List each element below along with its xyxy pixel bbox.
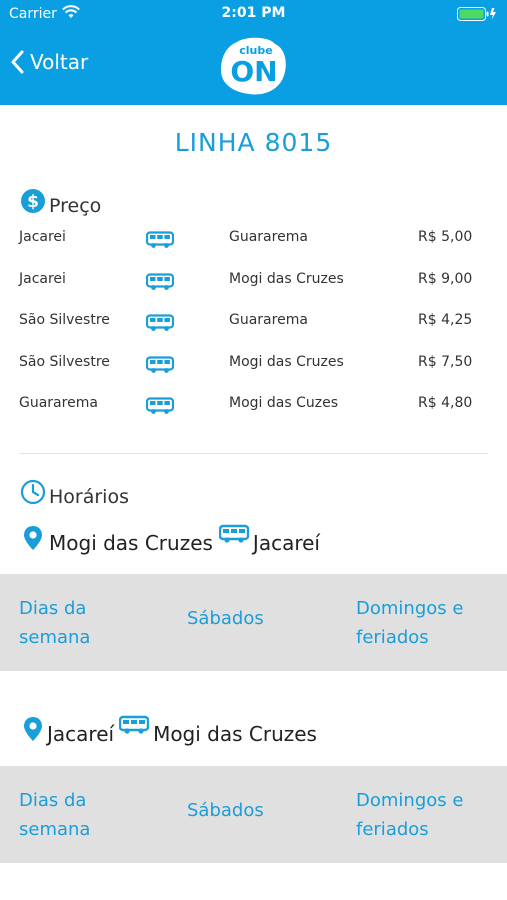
nav-bar: Voltar clube ON [0, 28, 507, 105]
status-time: 2:01 PM [221, 5, 286, 21]
schedule-heading: Horários [20, 476, 129, 508]
page-title: LINHA 8015 [174, 128, 333, 157]
price-row: São Silvestre Guararema R$ 4,25 [0, 310, 507, 334]
tab-weekdays[interactable]: Dias da semana [19, 594, 90, 652]
svg-text:$: $ [27, 192, 39, 212]
route-from: Jacareí [47, 722, 115, 746]
price-row: Jacarei Mogi das Cruzes R$ 9,00 [0, 269, 507, 293]
price-to: Mogi das Cruzes [229, 270, 344, 287]
bus-icon [145, 231, 175, 248]
location-pin-icon [24, 717, 42, 741]
route-header: Mogi das Cruzes Jacareí [22, 521, 320, 555]
route-to: Mogi das Cruzes [153, 722, 317, 746]
bus-icon [218, 524, 249, 543]
clock-icon [20, 479, 46, 505]
status-bar: Carrier 2:01 PM [0, 0, 507, 28]
route-from: Mogi das Cruzes [49, 531, 213, 555]
battery-icon [457, 7, 497, 21]
bus-icon-wrap [145, 397, 175, 419]
price-value: R$ 7,50 [418, 353, 473, 370]
price-from: São Silvestre [19, 312, 110, 328]
price-to: Mogi das Cruzes [229, 353, 344, 370]
bus-icon-wrap [145, 272, 175, 295]
price-value: R$ 4,25 [418, 312, 473, 328]
price-row: São Silvestre Mogi das Cruzes R$ 7,50 [0, 352, 507, 376]
schedule-tabs: Dias da semana Sábados Domingos e feriad… [0, 574, 507, 671]
route-to: Jacareí [252, 531, 320, 555]
tab-weekdays[interactable]: Dias da semana [19, 786, 90, 844]
back-label: Voltar [30, 50, 89, 74]
bus-icon-wrap [145, 314, 175, 336]
tab-saturdays[interactable]: Sábados [187, 796, 264, 825]
bus-icon [145, 397, 175, 414]
bus-icon [145, 272, 175, 290]
tab-saturdays[interactable]: Sábados [187, 604, 264, 633]
price-row: Jacarei Guararema R$ 5,00 [0, 227, 507, 251]
tab-weekdays-line2: semana [19, 627, 91, 648]
schedule-tabs: Dias da semana Sábados Domingos e feriad… [0, 766, 507, 863]
price-heading: $ Preço [20, 185, 101, 217]
bus-icon-wrap [145, 231, 175, 253]
price-row: Guararema Mogi das Cuzes R$ 4,80 [0, 393, 507, 417]
price-value: R$ 4,80 [418, 395, 473, 411]
tab-sundays-line2: feriados [356, 627, 429, 648]
route-header: Jacareí Mogi das Cruzes [22, 712, 317, 746]
tab-sundays-holidays[interactable]: Domingos e feriados [356, 594, 463, 652]
tab-sundays-line1: Domingos e [356, 598, 464, 619]
price-value: R$ 9,00 [418, 270, 473, 287]
price-from: São Silvestre [19, 353, 110, 370]
price-value: R$ 5,00 [418, 229, 473, 245]
tab-weekdays-line1: Dias da [19, 790, 87, 811]
bus-icon [145, 355, 175, 373]
logo-main-text: ON [230, 55, 277, 88]
price-from: Guararema [19, 395, 98, 411]
bus-icon-wrap [145, 355, 175, 378]
clube-on-logo: clube ON [219, 34, 289, 102]
tab-weekdays-line2: semana [19, 819, 91, 840]
tab-sundays-line2: feriados [356, 819, 429, 840]
price-to: Guararema [229, 312, 308, 328]
price-to: Guararema [229, 229, 308, 245]
price-from: Jacarei [19, 270, 66, 287]
tab-weekdays-line1: Dias da [19, 598, 87, 619]
price-heading-label: Preço [49, 195, 102, 217]
back-button[interactable]: Voltar [10, 50, 88, 74]
schedule-heading-label: Horários [49, 486, 129, 508]
chevron-left-icon [11, 50, 24, 74]
bus-icon [145, 314, 175, 331]
tab-sundays-holidays[interactable]: Domingos e feriados [356, 786, 463, 844]
tab-sundays-line1: Domingos e [356, 790, 464, 811]
section-divider [19, 453, 488, 454]
price-from: Jacarei [19, 229, 66, 245]
bus-icon [119, 715, 150, 734]
location-pin-icon [24, 526, 42, 550]
dollar-icon: $ [21, 189, 45, 213]
price-to: Mogi das Cuzes [229, 395, 338, 411]
